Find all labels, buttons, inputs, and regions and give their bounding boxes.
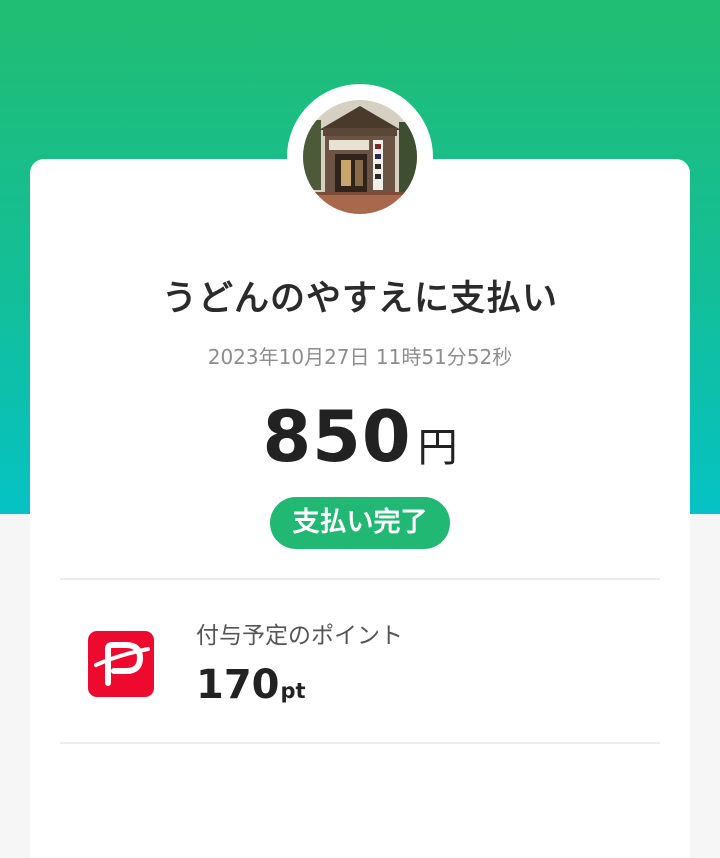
payment-amount: 850 円 <box>0 396 720 478</box>
divider <box>60 742 660 744</box>
merchant-photo-icon[interactable] <box>303 100 417 214</box>
amount-value: 850 <box>262 396 412 478</box>
divider <box>60 578 660 580</box>
points-label: 付与予定のポイント <box>196 623 403 649</box>
points-number: 170 <box>196 662 280 708</box>
points-unit: pt <box>280 679 306 703</box>
status-badge: 支払い完了 <box>270 497 450 549</box>
amount-currency: 円 <box>417 425 458 471</box>
merchant-payment-title: うどんのやすえに支払い <box>161 279 558 319</box>
payment-datetime: 2023年10月27日 11時51分52秒 <box>207 345 513 369</box>
paypay-logo-icon <box>88 631 154 697</box>
points-value: 170pt <box>196 662 306 708</box>
